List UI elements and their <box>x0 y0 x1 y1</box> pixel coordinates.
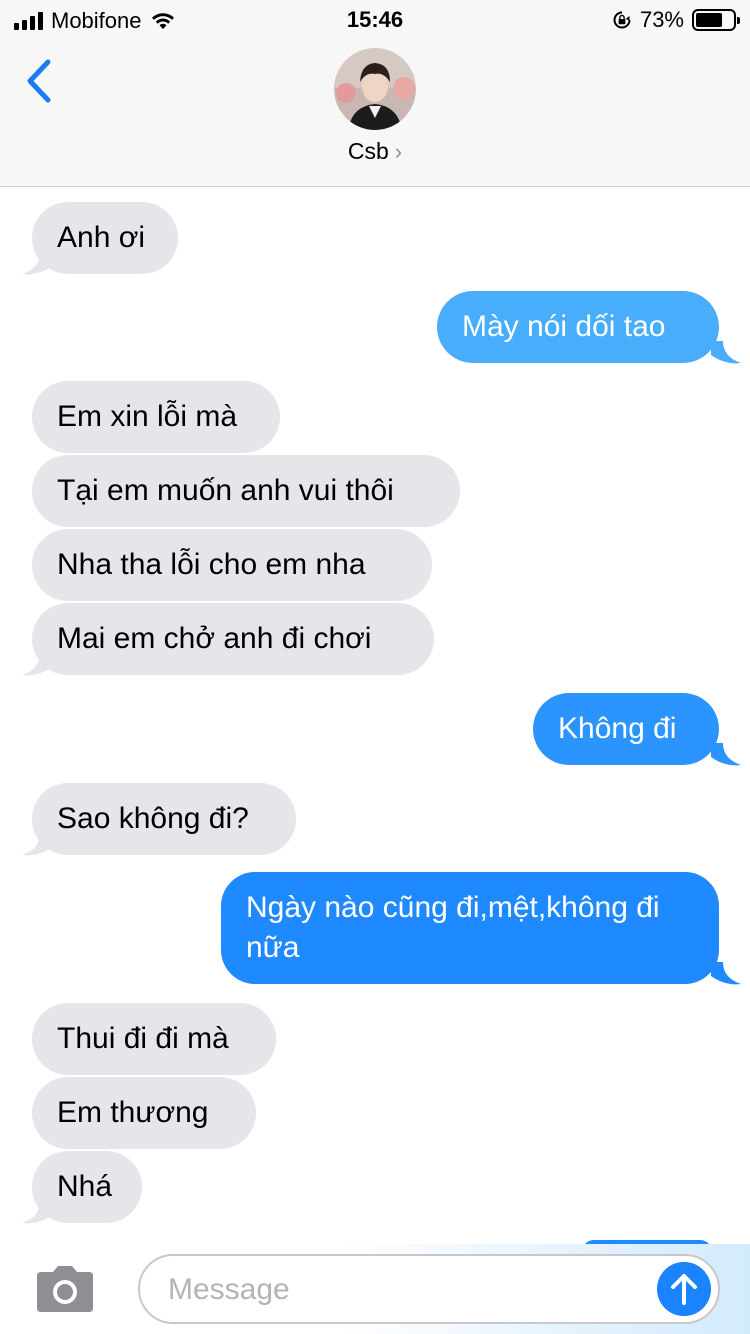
incoming-message-bubble[interactable]: Em thương <box>32 1077 256 1149</box>
incoming-message-bubble[interactable]: Em xin lỗi mà <box>32 381 280 453</box>
battery-icon <box>692 9 740 31</box>
incoming-message-bubble[interactable]: Anh ơi <box>32 202 178 274</box>
outgoing-message-bubble[interactable]: Mày nói dối tao <box>437 291 719 363</box>
bubble-tail <box>711 743 741 766</box>
conversation-header: Csb › <box>0 40 750 187</box>
back-chevron-icon[interactable] <box>20 54 60 110</box>
send-arrow-up-icon[interactable] <box>657 1262 711 1316</box>
chevron-right-icon: › <box>394 139 403 164</box>
bubble-tail <box>22 833 52 856</box>
status-right: 73% <box>612 7 740 33</box>
bubble-tail <box>22 653 52 676</box>
contact-avatar[interactable] <box>334 48 416 130</box>
outgoing-message-bubble[interactable]: Ngày nào cũng đi,mệt,không đi nữa <box>221 872 719 984</box>
composer-bar <box>0 1244 750 1334</box>
outgoing-message-bubble[interactable]: Không đi <box>533 693 719 765</box>
battery-percent: 73% <box>639 7 684 32</box>
incoming-message-bubble[interactable]: Tại em muốn anh vui thôi <box>32 455 460 527</box>
message-input[interactable] <box>168 1264 648 1316</box>
bubble-tail <box>711 341 741 364</box>
message-field[interactable] <box>138 1254 720 1324</box>
status-bar: Mobifone 15:46 73% <box>0 0 750 40</box>
bubble-tail <box>22 1201 52 1224</box>
contact-name: Csb <box>347 138 389 164</box>
camera-icon[interactable] <box>33 1264 97 1314</box>
incoming-message-bubble[interactable]: Nha tha lỗi cho em nha <box>32 529 432 601</box>
bubble-tail <box>711 962 741 985</box>
incoming-message-bubble[interactable]: Thui đi đi mà <box>32 1003 276 1075</box>
bubble-tail <box>22 252 52 275</box>
incoming-message-bubble[interactable]: Sao không đi? <box>32 783 296 855</box>
incoming-message-bubble[interactable]: Mai em chở anh đi chơi <box>32 603 434 675</box>
contact-name-button[interactable]: Csb › <box>0 138 750 165</box>
rotation-lock-icon <box>613 11 631 29</box>
